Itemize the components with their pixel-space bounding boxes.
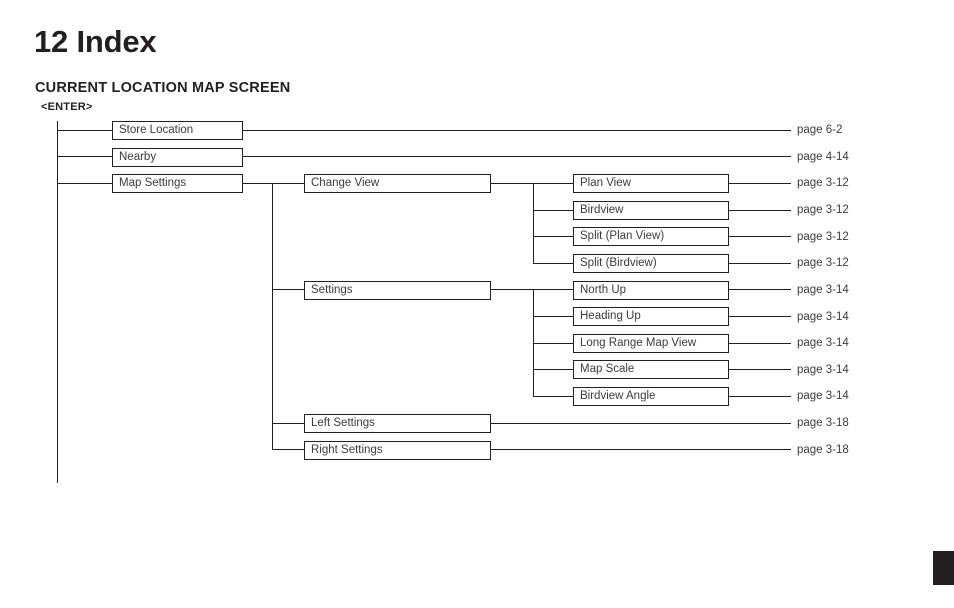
page-ref-right-settings: page 3-18 [797, 443, 849, 456]
node-split-plan-view[interactable]: Split (Plan View) [573, 227, 729, 246]
level3-changeview-spine [533, 182, 535, 263]
connector-l2-settings [272, 289, 304, 291]
page-ref-birdview: page 3-12 [797, 204, 849, 216]
page-ref-birdview-angle: page 3-14 [797, 390, 849, 402]
leader-heading-up [729, 316, 791, 318]
node-heading-up[interactable]: Heading Up [573, 307, 729, 326]
page-ref-map-scale: page 3-14 [797, 363, 849, 376]
connector-l3-birdview-angle [533, 395, 573, 397]
thumb-index-marker [933, 551, 954, 585]
connector-l3-map-scale [533, 369, 573, 371]
node-right-settings[interactable]: Right Settings [304, 440, 491, 460]
leader-plan-view [729, 182, 791, 184]
leader-north-up [729, 289, 791, 291]
node-map-scale[interactable]: Map Scale [573, 360, 729, 379]
root-spine [57, 121, 59, 483]
connector-root-store-location [57, 129, 112, 131]
node-settings[interactable]: Settings [304, 280, 491, 300]
node-split-birdview[interactable]: Split (Birdview) [573, 253, 729, 273]
page-ref-long-range-map-view: page 3-14 [797, 337, 849, 349]
node-birdview-angle[interactable]: Birdview Angle [573, 386, 729, 406]
node-nearby[interactable]: Nearby [112, 147, 243, 167]
node-change-view[interactable]: Change View [304, 174, 491, 193]
page-ref-store-location: page 6-2 [797, 124, 843, 136]
connector-l3-split-plan-view [533, 236, 573, 238]
leader-right-settings [491, 449, 791, 451]
page-ref-split-birdview: page 3-12 [797, 257, 849, 269]
connector-l2-right-settings [272, 449, 304, 451]
leader-split-birdview [729, 262, 791, 264]
page-ref-plan-view: page 3-12 [797, 177, 849, 189]
leader-nearby [243, 156, 791, 158]
connector-root-nearby [57, 156, 112, 158]
node-north-up[interactable]: North Up [573, 280, 729, 300]
page-title: 12 Index [34, 24, 157, 59]
connector-settings-out [491, 289, 534, 291]
connector-root-map-settings [57, 182, 112, 184]
node-map-settings[interactable]: Map Settings [112, 174, 243, 193]
connector-map-settings-out [243, 182, 273, 184]
connector-l3-heading-up [533, 316, 573, 318]
connector-l3-long-range-map-view [533, 342, 573, 344]
leader-map-scale [729, 369, 791, 371]
connector-l3-plan-view [533, 182, 573, 184]
connector-change-view-out [491, 182, 534, 184]
page-ref-left-settings: page 3-18 [797, 417, 849, 429]
leader-long-range-map-view [729, 342, 791, 344]
node-plan-view[interactable]: Plan View [573, 174, 729, 193]
connector-l2-change-view [272, 182, 304, 184]
connector-l3-north-up [533, 289, 573, 291]
section-heading: CURRENT LOCATION MAP SCREEN [35, 80, 291, 96]
node-long-range-map-view[interactable]: Long Range Map View [573, 333, 729, 353]
leader-left-settings [491, 422, 791, 424]
leader-split-plan-view [729, 236, 791, 238]
index-page: 12 Index CURRENT LOCATION MAP SCREEN <EN… [0, 0, 954, 608]
connector-l3-split-birdview [533, 262, 573, 264]
level2-spine [272, 182, 274, 450]
connector-l3-birdview [533, 209, 573, 211]
leader-birdview-angle [729, 395, 791, 397]
root-node-label: <ENTER> [41, 101, 93, 113]
node-store-location[interactable]: Store Location [112, 121, 243, 140]
page-ref-nearby: page 4-14 [797, 150, 849, 163]
connector-l2-left-settings [272, 422, 304, 424]
page-ref-split-plan-view: page 3-12 [797, 230, 849, 243]
page-ref-heading-up: page 3-14 [797, 310, 849, 323]
node-birdview[interactable]: Birdview [573, 200, 729, 220]
leader-store-location [243, 129, 791, 131]
leader-birdview [729, 209, 791, 211]
node-left-settings[interactable]: Left Settings [304, 414, 491, 433]
page-ref-north-up: page 3-14 [797, 283, 849, 296]
